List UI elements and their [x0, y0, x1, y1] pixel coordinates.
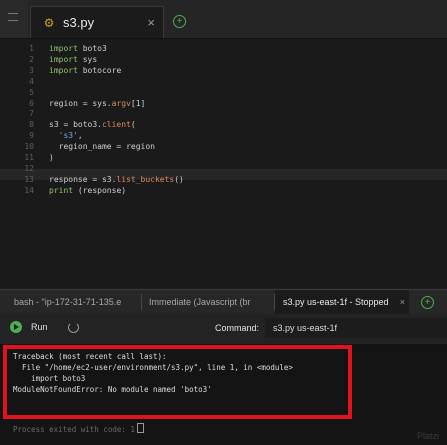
run-toolbar: Run Command: — [0, 314, 447, 345]
code-text: 's3', — [49, 130, 83, 141]
run-button[interactable]: Run — [10, 321, 48, 333]
code-token: import — [49, 44, 78, 53]
code-token: ( — [130, 120, 136, 130]
code-text: region = sys.argv[1] — [49, 98, 145, 109]
line-number: 9 — [29, 131, 34, 141]
code-text: import sys — [49, 54, 97, 65]
add-panel-icon[interactable]: + — [421, 296, 434, 309]
traceback-line: import boto3 — [13, 374, 86, 383]
line-number: 4 — [29, 76, 34, 86]
gear-icon[interactable]: ⚙ — [43, 16, 55, 30]
panel-tab-bar: bash - "ip-172-31-71-135.e Immediate (Ja… — [0, 289, 447, 315]
code-token: argv — [111, 98, 131, 108]
code-editor[interactable]: 1 import boto3 2 import sys 3 import botocore… — [0, 39, 447, 288]
code-token: , — [77, 131, 83, 141]
command-label: Command: — [215, 323, 260, 333]
cursor — [136, 423, 144, 433]
line-number: 11 — [24, 153, 34, 162]
line-number: 13 — [24, 174, 34, 184]
run-label: Run — [31, 322, 48, 332]
line-number: 6 — [29, 98, 34, 108]
code-token: region = sys. — [49, 98, 112, 108]
code-token: 's3' — [58, 131, 78, 141]
code-token: s3 = boto3. — [49, 120, 102, 130]
line-number: 2 — [29, 54, 34, 64]
code-token: import — [49, 65, 78, 75]
line-number: 14 — [24, 185, 34, 195]
line-number: 1 — [29, 44, 34, 53]
code-text: region_name = region — [49, 141, 155, 152]
tab-label: bash - "ip-172-31-71-135.e — [14, 297, 122, 307]
code-token: sys — [77, 54, 98, 64]
exit-status-text: Process exited with code: 1 — [13, 425, 135, 434]
line-number: 5 — [29, 87, 34, 97]
add-tab-icon[interactable]: + — [173, 15, 186, 28]
tab-label: s3.py us-east-1f - Stopped — [283, 297, 389, 307]
line-number: 7 — [29, 109, 34, 119]
watermark-logo: Platzi — [416, 431, 439, 441]
exit-status: Process exited with code: 1 — [13, 423, 144, 435]
line-number: 8 — [29, 120, 34, 130]
tab-immediate[interactable]: Immediate (Javascript (br — [149, 290, 269, 314]
code-text: s3 = boto3.client( — [49, 119, 136, 130]
play-icon — [10, 321, 22, 333]
code-token: ) — [49, 153, 54, 162]
tab-label: s3.py — [63, 15, 95, 30]
error-message: ModuleNotFoundError: No module named 'bo… — [13, 385, 212, 394]
code-token: import — [49, 54, 78, 64]
code-token: boto3 — [77, 44, 107, 53]
close-icon[interactable]: × — [400, 290, 405, 314]
code-token: botocore — [77, 65, 122, 75]
code-token: print — [49, 185, 74, 195]
editor-tab-bar: ⚙ s3.py × + — [0, 0, 447, 39]
code-token: response = s3. — [49, 174, 117, 184]
code-text: import botocore — [49, 65, 121, 76]
line-number: 3 — [29, 65, 34, 75]
tab-bash-terminal[interactable]: bash - "ip-172-31-71-135.e — [14, 290, 135, 314]
code-token: region_name = region — [49, 142, 155, 152]
code-text: response = s3.list_buckets() — [49, 174, 184, 185]
code-token: (response) — [73, 185, 127, 195]
tab-s3-py[interactable]: ⚙ s3.py × — [30, 6, 164, 38]
traceback-line: Traceback (most recent call last): — [13, 352, 167, 361]
code-token: [1] — [130, 98, 146, 108]
terminal-output[interactable]: Traceback (most recent call last): File … — [0, 345, 447, 445]
traceback-line: File "/home/ec2-user/environment/s3.py",… — [13, 363, 293, 372]
line-number: 10 — [24, 142, 34, 152]
command-input[interactable] — [265, 318, 447, 338]
code-token: list_buckets — [116, 174, 175, 184]
code-token: client — [101, 120, 131, 130]
line-number: 12 — [24, 163, 34, 173]
tab-s3-run[interactable]: s3.py us-east-1f - Stopped × — [275, 290, 409, 314]
code-text: print (response) — [49, 185, 126, 196]
code-text: ) — [49, 152, 54, 163]
tab-label: Immediate (Javascript (br — [149, 297, 251, 307]
restart-icon[interactable] — [68, 322, 79, 333]
menu-icon[interactable] — [0, 0, 28, 38]
divider — [141, 294, 142, 310]
code-token: () — [174, 174, 184, 184]
close-icon[interactable]: × — [147, 15, 155, 30]
code-text: import boto3 — [49, 43, 107, 54]
